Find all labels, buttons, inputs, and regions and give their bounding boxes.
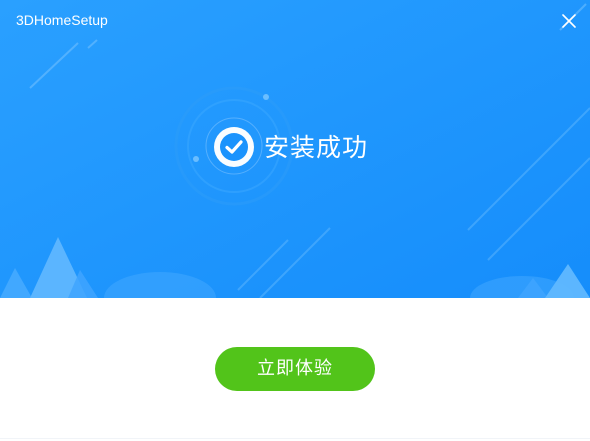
hero-banner: 3DHomeSetup 安装成功 <box>0 0 590 298</box>
success-status <box>213 126 255 168</box>
installer-window: 3DHomeSetup 安装成功 立即体验 <box>0 0 590 441</box>
success-message: 安装成功 <box>264 133 369 162</box>
window-title: 3DHomeSetup <box>16 12 108 28</box>
start-experience-button[interactable]: 立即体验 <box>215 347 375 391</box>
close-icon <box>562 14 576 28</box>
bottom-divider <box>0 438 590 439</box>
check-circle-icon <box>214 127 254 167</box>
close-button[interactable] <box>556 8 582 34</box>
